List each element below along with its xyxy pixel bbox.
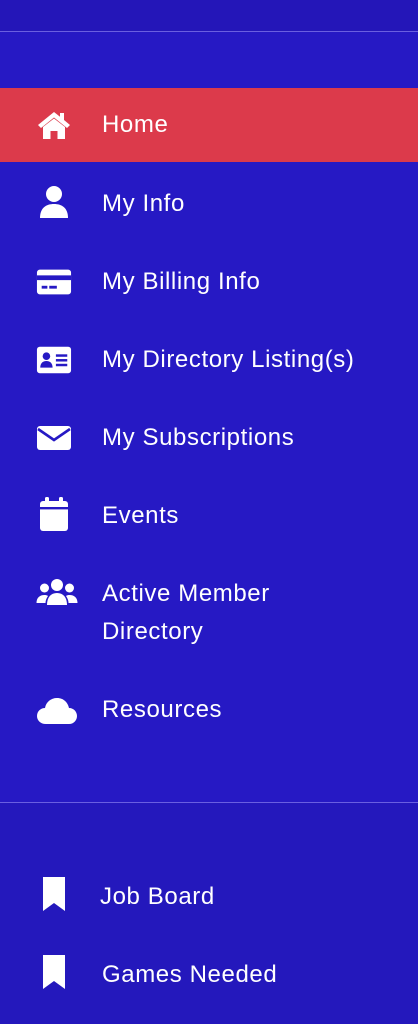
nav-item-events[interactable]: Events	[0, 478, 418, 554]
nav-label-home: Home	[102, 111, 169, 138]
user-icon	[36, 184, 72, 220]
nav-item-my-directory-listings[interactable]: My Directory Listing(s)	[0, 322, 418, 398]
bookmark-icon	[36, 954, 72, 990]
bookmark-icon	[36, 876, 72, 912]
calendar-icon	[36, 496, 72, 532]
top-header-band	[0, 0, 418, 32]
nav-item-home[interactable]: Home	[0, 88, 418, 162]
nav-label-my-billing-info: My Billing Info	[102, 268, 261, 295]
nav-label-active-member-line1: Active Member	[102, 580, 270, 607]
nav-label-my-subscriptions: My Subscriptions	[102, 424, 295, 451]
nav-label-my-directory-listings: My Directory Listing(s)	[102, 346, 355, 373]
cloud-icon	[36, 692, 78, 728]
nav-label-job-board: Job Board	[100, 883, 215, 910]
nav-item-resources[interactable]: Resources	[0, 672, 418, 748]
nav-label-games-needed: Games Needed	[102, 961, 278, 988]
home-icon	[36, 107, 72, 143]
nav-item-my-billing-info[interactable]: My Billing Info	[0, 244, 418, 320]
nav-label-active-member-line2: Directory	[102, 618, 204, 645]
nav-label-my-info: My Info	[102, 190, 185, 217]
nav-item-my-info[interactable]: My Info	[0, 166, 418, 242]
credit-card-icon	[36, 264, 72, 300]
nav-item-job-board[interactable]: Job Board	[0, 858, 418, 934]
nav-label-resources: Resources	[102, 696, 223, 723]
nav-label-events: Events	[102, 502, 179, 529]
envelope-icon	[36, 420, 72, 456]
nav-item-games-needed[interactable]: Games Needed	[0, 936, 418, 1012]
nav-item-active-member-directory[interactable]: Active Member Directory	[0, 556, 418, 672]
nav-item-my-subscriptions[interactable]: My Subscriptions	[0, 400, 418, 476]
users-icon	[36, 575, 78, 611]
id-card-icon	[36, 342, 72, 378]
